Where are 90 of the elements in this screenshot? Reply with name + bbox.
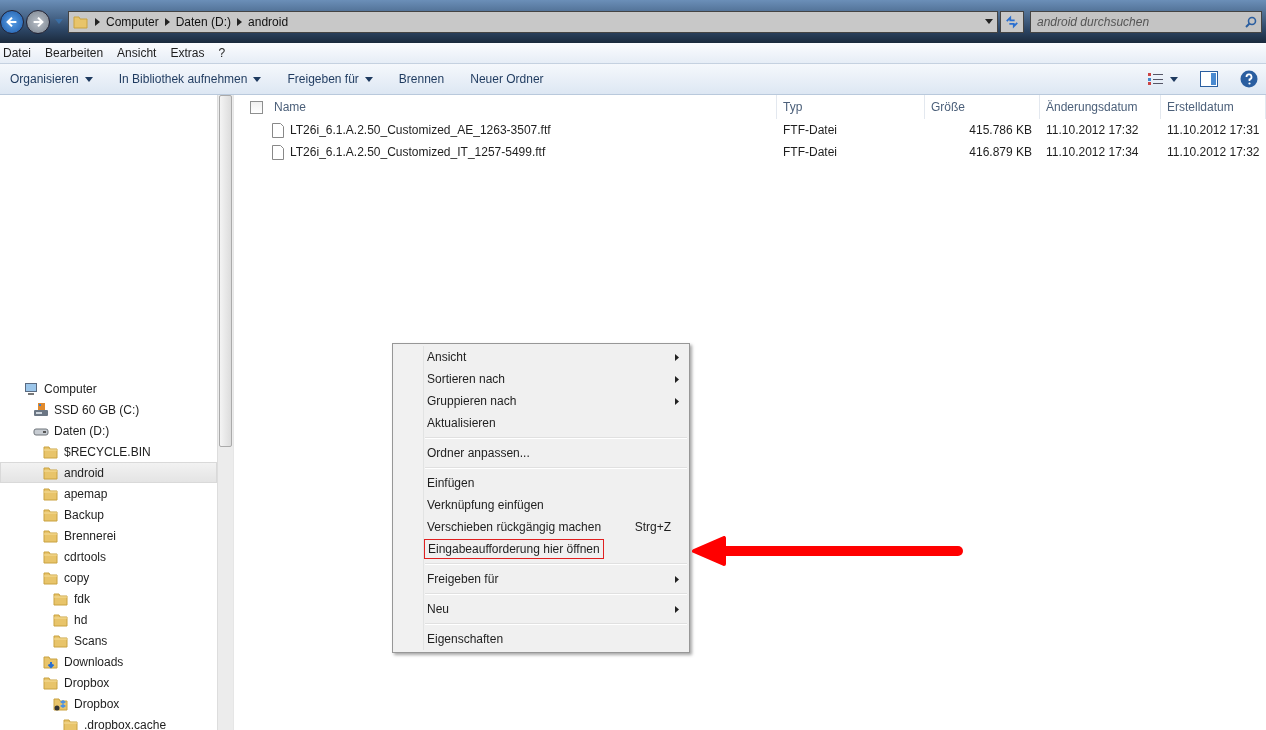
- folder-icon: [43, 527, 59, 544]
- column-header[interactable]: Name: [268, 95, 777, 119]
- hard-drive-icon: [33, 401, 49, 418]
- chevron-icon: [95, 17, 100, 26]
- toolbar-button[interactable]: Organisieren: [2, 68, 101, 90]
- context-menu-item[interactable]: Einfügen: [393, 472, 689, 494]
- toolbar-button[interactable]: Brennen: [390, 68, 453, 90]
- context-menu-item[interactable]: Ordner anpassen...: [393, 442, 689, 464]
- tree-item[interactable]: apemap: [0, 483, 217, 504]
- table-cell-text: 11.10.2012 17:34: [1045, 145, 1140, 159]
- table-cell-text: 11.10.2012 17:32: [1045, 123, 1140, 137]
- breadcrumb[interactable]: Computer: [106, 14, 159, 29]
- folder-download-icon: [43, 653, 59, 670]
- chevron-icon: [237, 17, 243, 26]
- context-menu-item[interactable]: Verknüpfung einfügen: [393, 494, 689, 516]
- tree-item[interactable]: Daten (D:): [0, 420, 217, 441]
- folder-icon: [43, 443, 59, 460]
- refresh-button[interactable]: [1000, 10, 1024, 33]
- table-cell-text: FTF-Datei: [782, 123, 838, 137]
- context-menu-item[interactable]: Gruppieren nach: [393, 390, 689, 412]
- arrow-left-icon: [5, 14, 19, 29]
- table-cell-text: 415.786 KB: [968, 123, 1033, 137]
- tree-item[interactable]: copy: [0, 567, 217, 588]
- table-cell-text: 11.10.2012 17:31: [1166, 123, 1261, 137]
- context-menu-item[interactable]: Verschieben rückgängig machen Strg+Z: [393, 516, 689, 538]
- dropbox-folder-icon: [53, 695, 69, 712]
- table-cell-text: 416.879 KB: [968, 145, 1033, 159]
- column-header[interactable]: Typ: [777, 95, 925, 119]
- forward-button[interactable]: [26, 9, 50, 34]
- folder-icon: [43, 548, 59, 565]
- context-menu-item[interactable]: Neu: [393, 598, 689, 620]
- computer-icon: [23, 380, 39, 397]
- tree-item[interactable]: cdrtools: [0, 546, 217, 567]
- chevron-icon: [164, 17, 170, 26]
- menu-item[interactable]: Ansicht: [117, 46, 157, 60]
- tree-item[interactable]: Dropbox: [0, 672, 217, 693]
- tree-item[interactable]: SSD 60 GB (C:): [0, 399, 217, 420]
- tree-item[interactable]: Brennerei: [0, 525, 217, 546]
- tree-item[interactable]: android: [0, 462, 217, 483]
- breadcrumb[interactable]: Daten (D:): [175, 14, 232, 29]
- table-cell-text: FTF-Datei: [782, 145, 838, 159]
- context-menu-item[interactable]: Sortieren nach: [393, 368, 689, 390]
- menu-item[interactable]: ?: [218, 46, 226, 60]
- menu-item[interactable]: Extras: [170, 46, 205, 60]
- column-header[interactable]: Größe: [925, 95, 1040, 119]
- toolbar-button[interactable]: In Bibliothek aufnehmen: [110, 68, 270, 90]
- address-bar[interactable]: Computer Daten (D:) android: [68, 10, 998, 33]
- refresh-icon: [1005, 14, 1019, 29]
- tree-item[interactable]: Downloads: [0, 651, 217, 672]
- column-header[interactable]: Änderungsdatum: [1040, 95, 1161, 119]
- menu-item[interactable]: Bearbeiten: [45, 46, 104, 60]
- file-icon: [272, 144, 284, 160]
- context-menu-item[interactable]: Eingabeaufforderung hier öffnen: [393, 538, 689, 560]
- folder-icon: [43, 464, 59, 481]
- file-name[interactable]: LT26i_6.1.A.2.50_Customized_AE_1263-3507.ftf: [268, 122, 777, 138]
- tree-item[interactable]: fdk: [0, 588, 217, 609]
- folder-icon: [43, 485, 59, 502]
- arrow-right-icon: [31, 14, 45, 29]
- tree-item[interactable]: Scans: [0, 630, 217, 651]
- folder-icon: [73, 13, 89, 30]
- breadcrumb[interactable]: android: [248, 14, 289, 29]
- select-all-checkbox[interactable]: [249, 100, 263, 114]
- folder-icon: [53, 611, 69, 628]
- tree-item[interactable]: hd: [0, 609, 217, 630]
- folder-icon: [43, 506, 59, 523]
- context-menu-item[interactable]: Eigenschaften: [393, 628, 689, 650]
- toolbar-button[interactable]: Freigeben für: [279, 68, 381, 90]
- context-menu-item[interactable]: Ansicht: [393, 346, 689, 368]
- file-name[interactable]: LT26i_6.1.A.2.50_Customized_IT_1257-5499.ftf: [268, 144, 777, 160]
- file-icon: [272, 122, 284, 138]
- tree-item[interactable]: Backup: [0, 504, 217, 525]
- toolbar-button[interactable]: Neuer Ordner: [462, 68, 552, 90]
- scrollbar[interactable]: [217, 95, 233, 730]
- dropdown-icon[interactable]: [985, 19, 993, 24]
- search-field[interactable]: android durchsuchen: [1030, 10, 1262, 33]
- tree-item[interactable]: Computer: [0, 378, 217, 399]
- column-header[interactable]: Erstelldatum: [1161, 95, 1266, 119]
- folder-icon: [43, 674, 59, 691]
- search-icon: [1245, 15, 1257, 28]
- folder-icon: [53, 632, 69, 649]
- folder-icon: [53, 590, 69, 607]
- folder-icon: [63, 716, 79, 730]
- back-button[interactable]: [0, 9, 24, 34]
- folder-icon: [43, 569, 59, 586]
- tree-item[interactable]: Dropbox: [0, 693, 217, 714]
- context-menu-item[interactable]: Aktualisieren: [393, 412, 689, 434]
- tree-item[interactable]: $RECYCLE.BIN: [0, 441, 217, 462]
- menu-item[interactable]: Datei: [3, 46, 31, 60]
- table-cell-text: 11.10.2012 17:32: [1166, 145, 1261, 159]
- context-menu-item[interactable]: Freigeben für: [393, 568, 689, 590]
